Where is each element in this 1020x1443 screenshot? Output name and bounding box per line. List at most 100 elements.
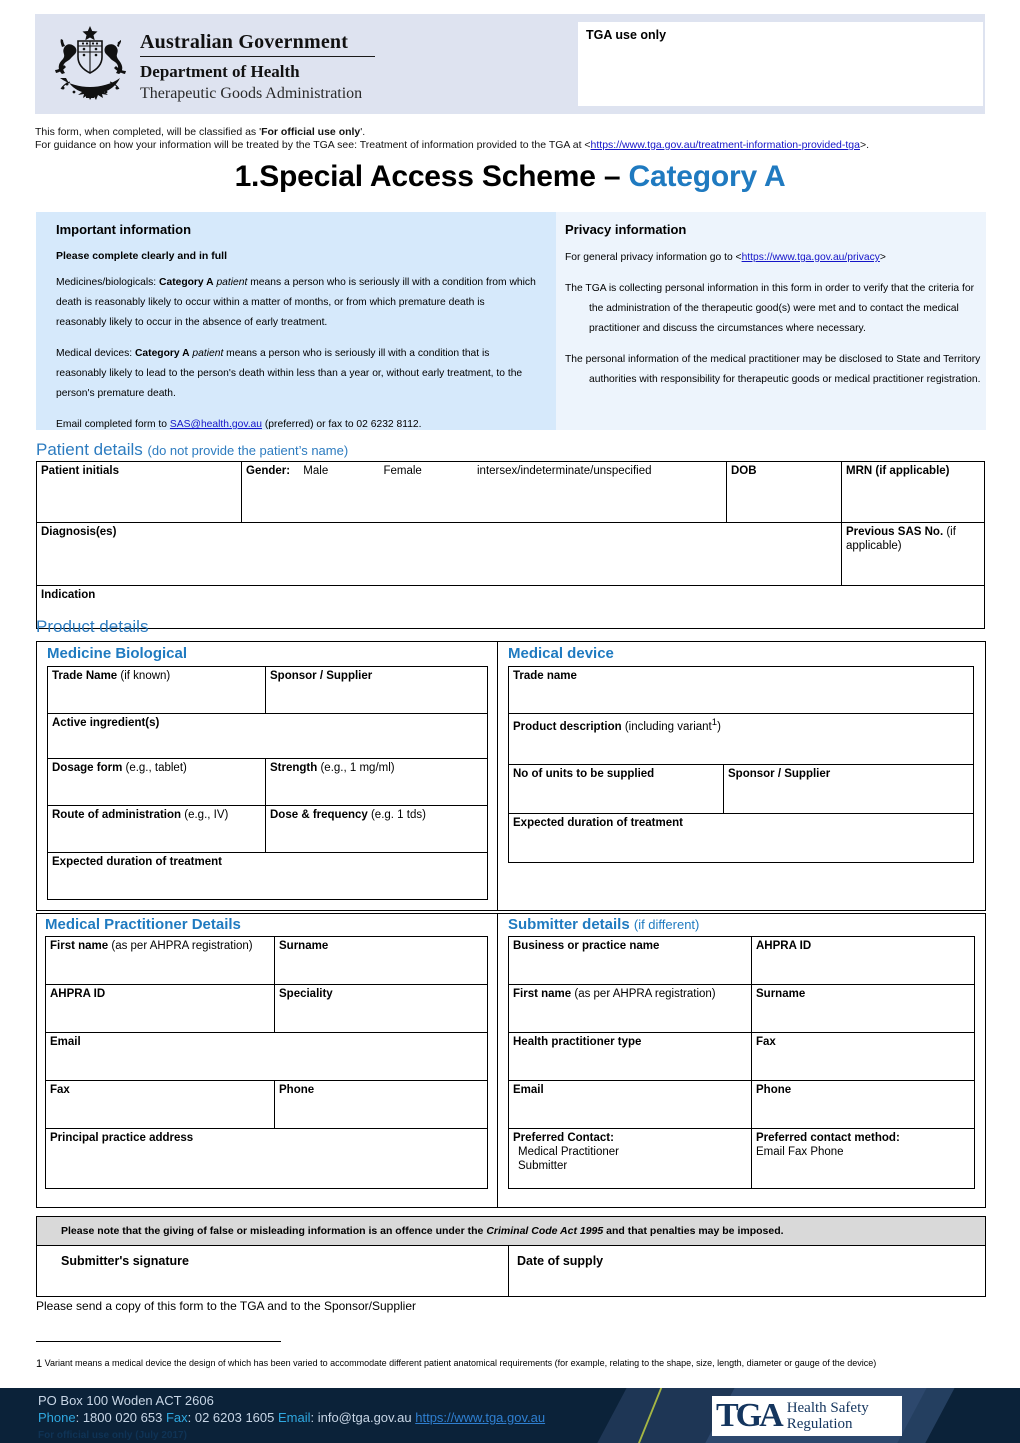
document-page: Australian Government Department of Heal…: [0, 0, 1020, 1443]
privacy-paragraph-collection: The TGA is collecting personal informati…: [565, 283, 974, 334]
privacy-paragraph-link: For general privacy information go to <h…: [565, 252, 886, 263]
medicine-biological-heading: Medicine Biological: [47, 645, 188, 662]
patient-details-table: Patient initials Gender: Male Female int…: [36, 461, 985, 629]
submitter-signature-cell[interactable]: Submitter's signature: [37, 1246, 509, 1296]
table-row: Active ingredient(s): [47, 713, 488, 759]
submitter-phone-cell[interactable]: Phone: [751, 1080, 975, 1129]
tga-use-only-label: TGA use only: [586, 28, 667, 42]
medicine-dose-frequency-cell[interactable]: Dose & frequency (e.g. 1 tds): [265, 805, 488, 853]
table-row: Route of administration (e.g., IV) Dose …: [47, 805, 488, 853]
footer-website-link[interactable]: https://www.tga.gov.au: [415, 1410, 545, 1425]
tga-logo: TGA Health Safety Regulation: [712, 1396, 902, 1436]
table-row: AHPRA ID Speciality: [45, 984, 488, 1033]
submitter-business-name-cell[interactable]: Business or practice name: [508, 936, 752, 985]
patient-initials-cell[interactable]: Patient initials: [36, 461, 242, 523]
patient-mrn-cell[interactable]: MRN (if applicable): [841, 461, 985, 523]
footer-use-only-note: For official use only (July 2017): [38, 1430, 187, 1441]
submitter-preferred-contact-cell[interactable]: Preferred Contact: Medical Practitioner …: [508, 1128, 752, 1189]
medicine-duration-cell[interactable]: Expected duration of treatment: [47, 852, 488, 900]
submitter-fax-cell[interactable]: Fax: [751, 1032, 975, 1081]
date-of-supply-cell[interactable]: Date of supply: [509, 1246, 985, 1296]
gender-option-male[interactable]: Male: [293, 465, 328, 477]
device-trade-name-cell[interactable]: Trade name: [507, 666, 975, 714]
medicine-dosage-form-cell[interactable]: Dosage form (e.g., tablet): [47, 758, 266, 806]
gender-option-female[interactable]: Female: [331, 465, 421, 477]
footer-email-label: Email: [277, 1410, 311, 1425]
gender-option-intersex[interactable]: intersex/indeterminate/unspecified: [425, 465, 652, 477]
patient-details-heading: Patient details (do not provide the pati…: [36, 440, 349, 459]
tga-use-only-box[interactable]: TGA use only: [578, 22, 983, 106]
device-duration-cell[interactable]: Expected duration of treatment: [507, 813, 975, 863]
device-sponsor-cell[interactable]: Sponsor / Supplier: [722, 764, 975, 814]
government-wordmark: Australian Government Department of Heal…: [140, 30, 440, 105]
footer-fax-value: : 02 6203 1605: [187, 1410, 278, 1425]
preferred-contact-option-practitioner[interactable]: Medical Practitioner: [513, 1145, 747, 1159]
patient-previous-sas-cell[interactable]: Previous SAS No. (if applicable): [841, 522, 985, 586]
classification-notice: This form, when completed, will be class…: [35, 126, 985, 152]
gov-line-australian-government: Australian Government: [140, 31, 349, 53]
footnote-rule: [36, 1341, 281, 1342]
practitioner-ahpra-id-cell[interactable]: AHPRA ID: [45, 984, 275, 1033]
send-copy-note: Please send a copy of this form to the T…: [36, 1299, 417, 1313]
false-information-warning: Please note that the giving of false or …: [37, 1217, 985, 1246]
footer-email-value: : info@tga.gov.au: [310, 1410, 416, 1425]
important-subheading: Please complete clearly and in full: [56, 250, 227, 262]
privacy-policy-link[interactable]: https://www.tga.gov.au/privacy: [742, 252, 880, 263]
submitter-ahpra-id-cell[interactable]: AHPRA ID: [751, 936, 975, 985]
practitioner-phone-cell[interactable]: Phone: [274, 1080, 488, 1129]
device-description-cell[interactable]: Product description (including variant1): [507, 713, 975, 765]
medicine-trade-name-cell[interactable]: Trade Name (if known): [47, 666, 266, 714]
footer-contact-block: PO Box 100 Woden ACT 2606 Phone: 1800 02…: [38, 1392, 545, 1443]
patient-gender-cell[interactable]: Gender: Male Female intersex/indetermina…: [241, 461, 727, 523]
product-details-column-divider: [497, 641, 498, 910]
submitter-details-heading: Submitter details (if different): [508, 916, 700, 933]
table-row: Indication: [36, 585, 985, 629]
patient-details-note: (do not provide the patient’s name): [147, 443, 349, 458]
submitter-practitioner-type-cell[interactable]: Health practitioner type: [508, 1032, 752, 1081]
submitter-email-cell[interactable]: Email: [508, 1080, 752, 1129]
tga-logo-wordmark: TGA: [716, 1397, 784, 1434]
practitioner-surname-cell[interactable]: Surname: [274, 936, 488, 985]
sas-email-link[interactable]: SAS@health.gov.au: [170, 419, 262, 430]
practitioner-fax-cell[interactable]: Fax: [45, 1080, 275, 1129]
tga-logo-tagline-line2: Regulation: [786, 1416, 853, 1432]
practitioner-submitter-column-divider: [497, 913, 498, 1207]
practitioner-speciality-cell[interactable]: Speciality: [274, 984, 488, 1033]
table-row: Email Phone: [508, 1080, 975, 1129]
important-paragraph-medicines: Medicines/biologicals: Category A patien…: [56, 277, 536, 328]
tga-logo-tagline: Health Safety Regulation: [781, 1400, 869, 1432]
medicine-sponsor-cell[interactable]: Sponsor / Supplier: [265, 666, 488, 714]
gov-divider-rule: [140, 56, 375, 57]
medicine-strength-cell[interactable]: Strength (e.g., 1 mg/ml): [265, 758, 488, 806]
patient-diagnoses-cell[interactable]: Diagnosis(es): [36, 522, 842, 586]
declaration-box: Please note that the giving of false or …: [36, 1216, 986, 1297]
device-units-cell[interactable]: No of units to be supplied: [508, 764, 724, 814]
submitter-preferred-method-cell[interactable]: Preferred contact method: Email Fax Phon…: [751, 1128, 975, 1189]
submitter-first-name-cell[interactable]: First name (as per AHPRA registration): [508, 984, 752, 1033]
medical-device-heading: Medical device: [508, 645, 614, 662]
table-row: Health practitioner type Fax: [508, 1032, 975, 1081]
preferred-method-options[interactable]: Email Fax Phone: [756, 1145, 970, 1159]
submitter-details-table: Business or practice name AHPRA ID First…: [508, 936, 975, 1189]
table-row: Trade Name (if known) Sponsor / Supplier: [47, 666, 488, 714]
patient-indication-cell[interactable]: Indication: [36, 585, 985, 629]
table-row: Principal practice address: [45, 1128, 488, 1189]
medicine-active-ingredients-cell[interactable]: Active ingredient(s): [47, 713, 488, 759]
footer-fax-label: Fax: [165, 1410, 188, 1425]
table-row: Expected duration of treatment: [507, 813, 975, 863]
medicine-route-cell[interactable]: Route of administration (e.g., IV): [47, 805, 266, 853]
submitter-surname-cell[interactable]: Surname: [751, 984, 975, 1033]
table-row: First name (as per AHPRA registration) S…: [45, 936, 488, 985]
practitioner-address-cell[interactable]: Principal practice address: [45, 1128, 488, 1189]
medical-practitioner-details-heading: Medical Practitioner Details: [45, 916, 241, 933]
practitioner-first-name-cell[interactable]: First name (as per AHPRA registration): [45, 936, 275, 985]
practitioner-email-cell[interactable]: Email: [45, 1032, 488, 1081]
privacy-information-panel: Privacy information For general privacy …: [556, 212, 986, 430]
footnote-variant-definition: 1 Variant means a medical device the des…: [36, 1358, 877, 1370]
table-row: Email: [45, 1032, 488, 1081]
medicine-biological-table: Trade Name (if known) Sponsor / Supplier…: [47, 666, 488, 900]
footer-contact-line: Phone: 1800 020 653 Fax: 02 6203 1605 Em…: [38, 1409, 545, 1426]
preferred-contact-option-submitter[interactable]: Submitter: [513, 1159, 747, 1173]
treatment-information-link[interactable]: https://www.tga.gov.au/treatment-informa…: [591, 139, 860, 151]
patient-dob-cell[interactable]: DOB: [726, 461, 842, 523]
